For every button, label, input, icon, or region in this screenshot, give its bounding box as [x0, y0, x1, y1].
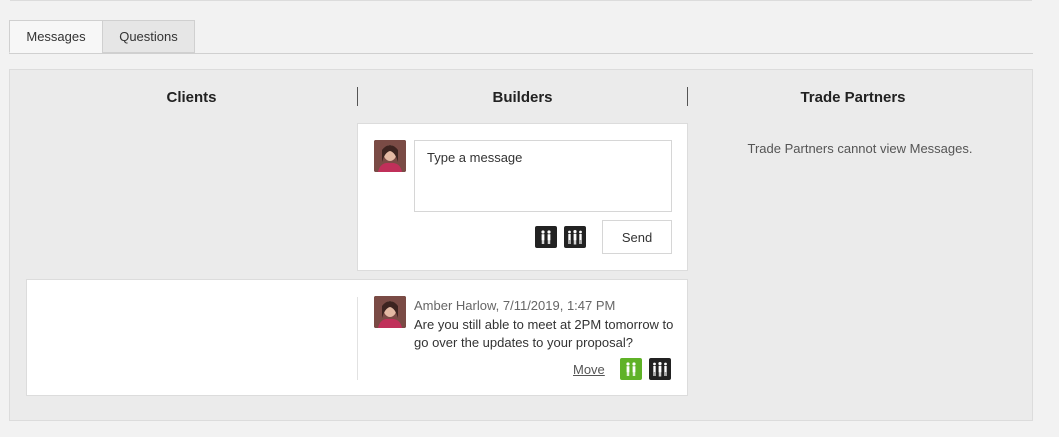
avatar: [374, 140, 406, 172]
column-header-builders: Builders: [492, 89, 553, 106]
avatar: [374, 296, 406, 328]
all-parties-visibility-icon[interactable]: [649, 358, 671, 380]
clients-visibility-icon[interactable]: [620, 358, 642, 380]
clients-visibility-icon[interactable]: [535, 226, 557, 248]
trade-partners-note: Trade Partners cannot view Messages.: [747, 141, 973, 156]
tab-messages[interactable]: Messages: [9, 20, 103, 53]
send-button[interactable]: Send: [602, 220, 672, 254]
column-divider: [357, 297, 358, 380]
message-meta: Amber Harlow, 7/11/2019, 1:47 PM: [414, 298, 616, 313]
top-divider: [10, 0, 1032, 1]
column-header-clients: Clients: [166, 89, 217, 106]
column-header-trade-partners: Trade Partners: [800, 89, 906, 106]
tab-underline: [9, 53, 1033, 54]
message-input[interactable]: Type a message: [414, 140, 672, 212]
message-text: Are you still able to meet at 2PM tomorr…: [414, 317, 674, 350]
move-link[interactable]: Move: [573, 362, 605, 377]
all-parties-visibility-icon[interactable]: [564, 226, 586, 248]
tab-questions[interactable]: Questions: [102, 20, 195, 53]
